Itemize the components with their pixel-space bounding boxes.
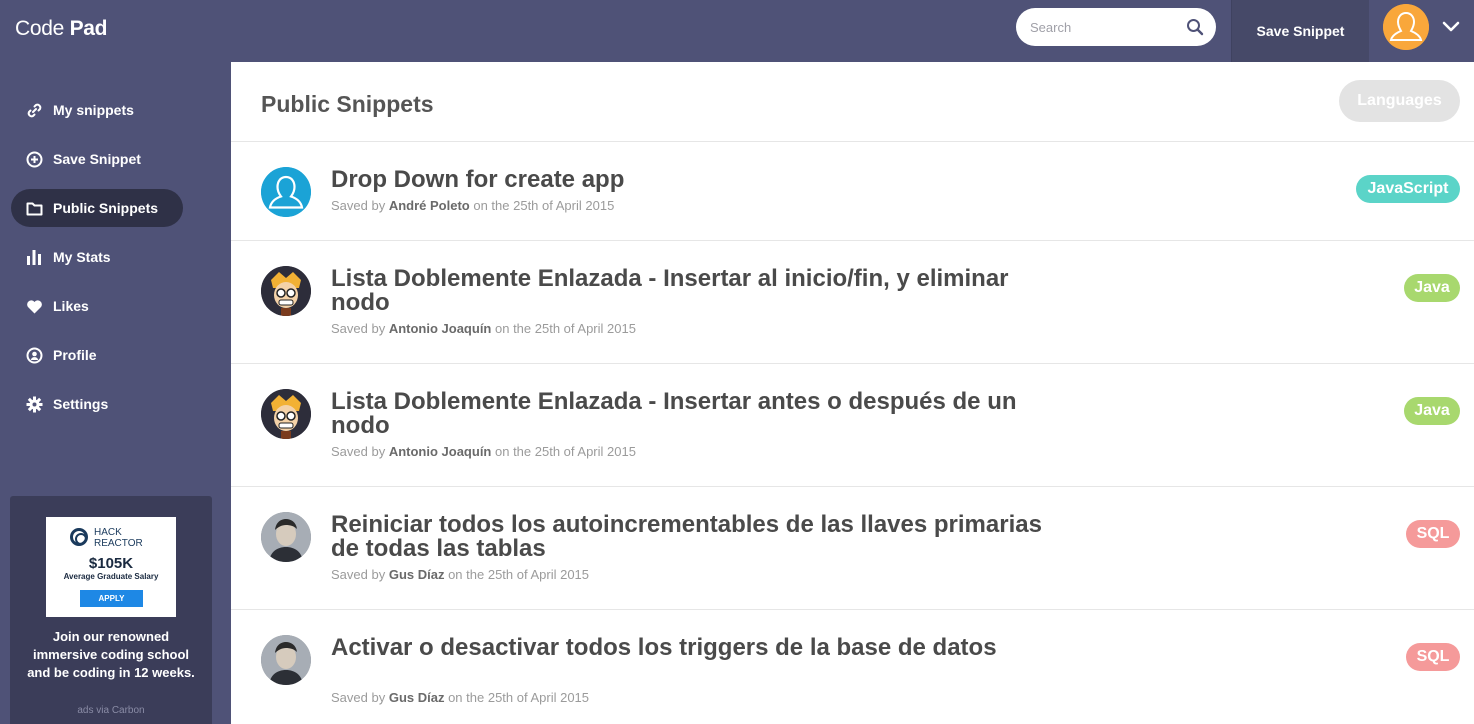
page-title: Public Snippets: [261, 91, 434, 117]
saved-by-label: Saved by: [331, 690, 386, 705]
search-box: [1016, 8, 1216, 46]
save-snippet-button[interactable]: Save Snippet: [1231, 0, 1369, 62]
logo-light-text: Code: [15, 17, 65, 40]
logo-bold-text: Pad: [69, 17, 108, 40]
author-name[interactable]: Antonio Joaquín: [389, 321, 492, 336]
link-icon: [25, 101, 43, 119]
app-logo[interactable]: Code Pad: [15, 17, 107, 41]
sidebar-item-likes[interactable]: Likes: [11, 287, 183, 325]
language-badge[interactable]: SQL: [1406, 520, 1460, 548]
saved-date: on the 25th of April 2015: [448, 690, 590, 705]
ad-text[interactable]: Join our renowned immersive coding schoo…: [24, 628, 198, 682]
snippet-title[interactable]: Lista Doblemente Enlazada - Insertar al …: [331, 267, 1051, 315]
hack-reactor-logo: HACK REACTOR: [70, 527, 160, 551]
cartoon-avatar-icon: [261, 266, 311, 316]
ad-salary-caption: Average Graduate Salary: [63, 572, 159, 581]
cartoon-avatar-icon: [261, 389, 311, 439]
sidebar-item-profile[interactable]: Profile: [11, 336, 183, 374]
ad-brand-line2: REACTOR: [94, 538, 143, 549]
plus-circle-icon: [25, 150, 43, 168]
saved-date: on the 25th of April 2015: [495, 444, 636, 459]
author-name[interactable]: Gus Díaz: [389, 690, 445, 705]
snippet-meta: Saved by Antonio Joaquín on the 25th of …: [331, 321, 636, 336]
ad-apply-button[interactable]: APPLY: [80, 590, 143, 607]
snippet-row[interactable]: Activar o desactivar todos los triggers …: [231, 610, 1474, 724]
user-menu[interactable]: [1369, 0, 1474, 62]
sidebar-item-settings[interactable]: Settings: [11, 385, 183, 423]
author-avatar[interactable]: [261, 167, 311, 217]
snippet-row[interactable]: Lista Doblemente Enlazada - Insertar ant…: [231, 364, 1474, 487]
saved-by-label: Saved by: [331, 444, 386, 459]
saved-by-label: Saved by: [331, 321, 386, 336]
language-badge[interactable]: JavaScript: [1356, 175, 1460, 203]
ad-image[interactable]: HACK REACTOR $105K Average Graduate Sala…: [46, 517, 176, 617]
sidebar-item-label: Save Snippet: [53, 151, 141, 167]
sidebar-item-label: My snippets: [53, 102, 134, 118]
saved-date: on the 25th of April 2015: [473, 198, 615, 213]
sidebar-item-public-snippets[interactable]: Public Snippets: [11, 189, 183, 227]
ad-via-carbon-link[interactable]: ads via Carbon: [10, 705, 212, 716]
sidebar-item-label: Public Snippets: [53, 200, 159, 216]
snippet-row[interactable]: Drop Down for create app Saved by André …: [231, 142, 1474, 241]
snippet-meta: Saved by Antonio Joaquín on the 25th of …: [331, 444, 636, 459]
sidebar-item-label: Settings: [53, 396, 109, 412]
author-name[interactable]: André Poleto: [389, 198, 470, 213]
author-avatar[interactable]: [261, 635, 311, 685]
heart-icon: [25, 297, 43, 315]
bar-chart-icon: [25, 248, 43, 266]
default-user-icon: [261, 167, 311, 217]
snippet-title[interactable]: Reiniciar todos los autoincrementables d…: [331, 513, 1051, 561]
gear-icon: [25, 395, 43, 413]
chevron-down-icon[interactable]: [1442, 20, 1460, 34]
folder-icon: [25, 199, 43, 217]
snippet-title[interactable]: Activar o desactivar todos los triggers …: [331, 636, 1051, 660]
sidebar: My snippets Save Snippet Public Snippets…: [0, 62, 231, 724]
photo-avatar-icon: [261, 635, 311, 685]
sidebar-item-my-snippets[interactable]: My snippets: [11, 91, 183, 129]
main-content: Public Snippets Languages Drop Down for …: [231, 62, 1474, 724]
saved-by-label: Saved by: [331, 567, 386, 582]
author-avatar[interactable]: [261, 512, 311, 562]
search-input[interactable]: [1030, 17, 1180, 37]
language-badge[interactable]: Java: [1404, 397, 1460, 425]
saved-by-label: Saved by: [331, 198, 386, 213]
author-name[interactable]: Antonio Joaquín: [389, 444, 492, 459]
photo-avatar-icon: [261, 512, 311, 562]
snippet-row[interactable]: Reiniciar todos los autoincrementables d…: [231, 487, 1474, 610]
sidebar-item-label: My Stats: [53, 249, 111, 265]
user-silhouette-icon: [1383, 4, 1429, 50]
saved-date: on the 25th of April 2015: [448, 567, 590, 582]
author-avatar[interactable]: [261, 389, 311, 439]
language-badge[interactable]: Java: [1404, 274, 1460, 302]
sidebar-item-save-snippet[interactable]: Save Snippet: [11, 140, 183, 178]
snippet-title[interactable]: Drop Down for create app: [331, 168, 1051, 192]
user-avatar[interactable]: [1383, 4, 1429, 50]
snippet-meta: Saved by André Poleto on the 25th of Apr…: [331, 198, 614, 213]
ad-brand-line1: HACK: [94, 527, 122, 538]
saved-date: on the 25th of April 2015: [495, 321, 636, 336]
snippet-meta: Saved by Gus Díaz on the 25th of April 2…: [331, 690, 589, 705]
profile-icon: [25, 346, 43, 364]
author-avatar[interactable]: [261, 266, 311, 316]
sidebar-item-label: Likes: [53, 298, 89, 314]
top-bar: Code Pad Save Snippet: [0, 0, 1474, 62]
languages-filter-button[interactable]: Languages: [1339, 80, 1460, 122]
language-badge[interactable]: SQL: [1406, 643, 1460, 671]
snippet-meta: Saved by Gus Díaz on the 25th of April 2…: [331, 567, 589, 582]
sidebar-item-my-stats[interactable]: My Stats: [11, 238, 183, 276]
snippet-title[interactable]: Lista Doblemente Enlazada - Insertar ant…: [331, 390, 1051, 438]
sidebar-item-label: Profile: [53, 347, 97, 363]
search-icon[interactable]: [1186, 18, 1204, 36]
snippet-row[interactable]: Lista Doblemente Enlazada - Insertar al …: [231, 241, 1474, 364]
sponsored-ad[interactable]: HACK REACTOR $105K Average Graduate Sala…: [10, 496, 212, 724]
ad-salary: $105K: [88, 555, 134, 572]
author-name[interactable]: Gus Díaz: [389, 567, 445, 582]
